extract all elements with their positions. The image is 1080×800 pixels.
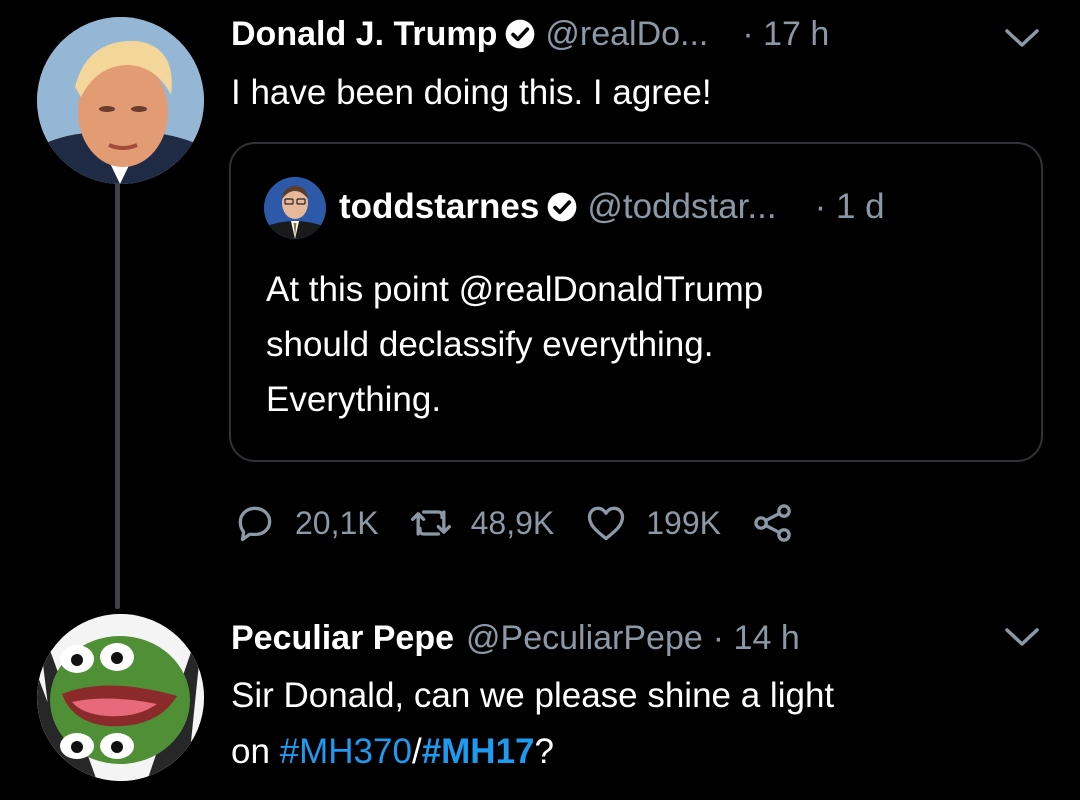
quoted-portrait-image (264, 177, 326, 239)
quoted-tweet-text: At this point @realDonaldTrump should de… (266, 262, 763, 427)
quoted-tweet-card[interactable]: toddstarnes @toddstar... · 1 d At this p… (229, 142, 1043, 462)
quoted-text-line: At this point @realDonaldTrump (266, 270, 764, 309)
author-avatar[interactable] (37, 17, 204, 184)
thread-connector-line (115, 183, 120, 609)
tweet-action-bar: 20,1K 48,9K 199K (233, 498, 843, 548)
hashtag-link[interactable]: #MH17 (422, 732, 535, 771)
reply-author-name[interactable]: Peculiar Pepe (231, 618, 454, 658)
retweet-icon (410, 510, 451, 536)
portrait-image (37, 17, 204, 184)
reply-text-line: Sir Donald, can we please shine a light (231, 676, 835, 715)
quoted-author-name[interactable]: toddstarnes (339, 187, 539, 227)
reply-tweet-text: Sir Donald, can we please shine a light … (231, 668, 834, 780)
share-button[interactable] (751, 501, 813, 545)
reply-tweet-header: Peculiar Pepe @PeculiarPepe · 14 h (231, 618, 800, 658)
retweet-button[interactable]: 48,9K (409, 501, 555, 545)
hashtag-link[interactable]: #MH370 (280, 732, 412, 771)
share-icon (754, 504, 791, 542)
quoted-verified-badge-icon (547, 192, 577, 222)
reply-count: 20,1K (295, 504, 379, 541)
like-button[interactable]: 199K (584, 501, 721, 545)
pepe-frog-image (37, 614, 204, 781)
tweet-header: Donald J. Trump @realDo... · 17 h (231, 14, 829, 54)
reply-author-handle[interactable]: @PeculiarPepe (466, 618, 703, 658)
author-handle[interactable]: @realDo... (545, 14, 708, 54)
hashtag-separator: / (411, 732, 422, 771)
retweet-count: 48,9K (470, 504, 555, 541)
like-icon (588, 506, 625, 541)
reply-text-line: on #MH370/#MH17? (231, 724, 834, 780)
author-name[interactable]: Donald J. Trump (231, 14, 497, 54)
quoted-author-avatar[interactable] (264, 177, 326, 239)
chevron-down-icon[interactable] (1004, 27, 1040, 49)
tweet-text: I have been doing this. I agree! (231, 73, 712, 112)
quoted-tweet-header: toddstarnes @toddstar... · 1 d (339, 187, 885, 227)
reply-text-suffix: ? (534, 732, 554, 771)
tweet-timestamp[interactable]: · 17 h (742, 14, 829, 54)
reply-icon (238, 506, 272, 542)
reply-button[interactable]: 20,1K (233, 501, 379, 545)
verified-badge-icon (505, 19, 535, 49)
quoted-text-line: should declassify everything. (266, 325, 714, 364)
like-count: 199K (646, 504, 721, 541)
reply-chevron-down-icon[interactable] (1004, 626, 1040, 648)
quoted-author-handle[interactable]: @toddstar... (587, 187, 776, 227)
reply-text-prefix: on (231, 732, 280, 771)
quoted-timestamp[interactable]: · 1 d (815, 187, 885, 227)
reply-timestamp[interactable]: · 14 h (713, 618, 800, 658)
quoted-text-line: Everything. (266, 380, 442, 419)
reply-author-avatar[interactable] (37, 614, 204, 781)
